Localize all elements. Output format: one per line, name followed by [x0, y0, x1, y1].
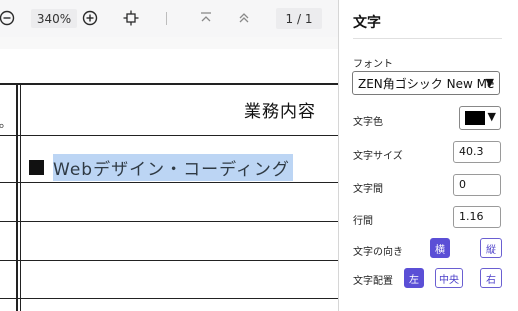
- selected-text-cell[interactable]: Webデザイン・コーディング: [29, 154, 293, 181]
- table-border: [0, 260, 338, 261]
- table-border: [0, 83, 338, 85]
- document-viewport[interactable]: 。 業務内容 Webデザイン・コーディング: [0, 37, 338, 311]
- document-page: 。 業務内容 Webデザイン・コーディング: [0, 49, 338, 311]
- first-page-icon[interactable]: [195, 7, 217, 29]
- table-border: [0, 135, 338, 136]
- dropdown-arrow-icon: ▼: [487, 110, 496, 123]
- page-indicator[interactable]: 1 / 1: [276, 8, 322, 29]
- panel-title-divider: [353, 38, 502, 39]
- font-size-input[interactable]: 40.3: [453, 141, 501, 163]
- letter-spacing-input[interactable]: 0: [453, 174, 501, 196]
- font-size-label: 文字サイズ: [353, 151, 403, 162]
- toolbar: 340% 1 / 1: [0, 0, 338, 37]
- line-height-label: 行間: [353, 216, 373, 227]
- color-swatch: [465, 111, 485, 125]
- fit-page-icon[interactable]: [120, 7, 142, 29]
- direction-horizontal-button[interactable]: 横: [430, 238, 450, 258]
- truncated-cell-text: 。: [0, 116, 13, 131]
- direction-vertical-button[interactable]: 縦: [480, 238, 502, 258]
- table-border: [20, 83, 21, 311]
- previous-page-icon[interactable]: [233, 7, 255, 29]
- text-properties-panel: 文字 フォント ZEN角ゴシック New Me ▼ 文字色 ▼ 文字サイズ 40…: [339, 0, 518, 311]
- font-label: フォント: [353, 59, 393, 70]
- color-label: 文字色: [353, 117, 383, 128]
- table-header-cell: 業務内容: [244, 102, 316, 122]
- font-select-value: ZEN角ゴシック New Me: [358, 77, 495, 91]
- text-align-label: 文字配置: [353, 276, 393, 287]
- table-border: [0, 221, 338, 222]
- table-border: [0, 298, 338, 299]
- table-border: [16, 83, 18, 311]
- square-bullet-icon: [29, 160, 44, 175]
- font-select[interactable]: ZEN角ゴシック New Me ▼: [352, 71, 500, 95]
- panel-title: 文字: [353, 15, 381, 31]
- text-color-picker[interactable]: ▼: [459, 106, 501, 130]
- zoom-out-icon[interactable]: [0, 7, 18, 29]
- letter-spacing-label: 文字間: [353, 184, 383, 195]
- align-center-button[interactable]: 中央: [435, 268, 463, 288]
- line-height-input[interactable]: 1.16: [453, 206, 501, 228]
- align-left-button[interactable]: 左: [404, 268, 424, 288]
- chevron-down-icon: ▼: [485, 76, 494, 89]
- table-border: [0, 182, 338, 183]
- selected-text[interactable]: Webデザイン・コーディング: [53, 154, 293, 181]
- align-right-button[interactable]: 右: [480, 268, 502, 288]
- text-direction-label: 文字の向き: [353, 247, 403, 258]
- toolbar-divider: [166, 12, 167, 25]
- zoom-in-icon[interactable]: [79, 7, 101, 29]
- zoom-level[interactable]: 340%: [31, 9, 77, 28]
